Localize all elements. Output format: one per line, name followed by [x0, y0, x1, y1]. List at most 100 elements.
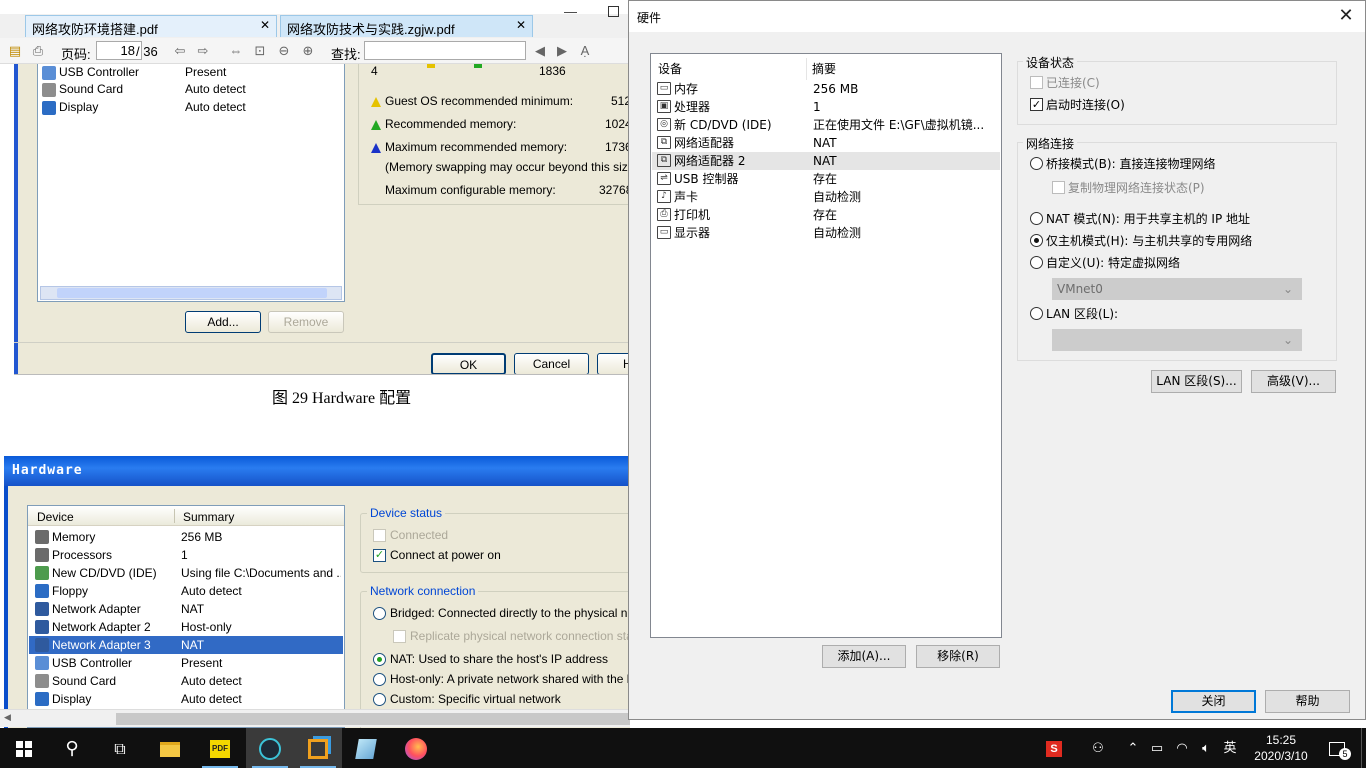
- next-page-icon[interactable]: ⇨: [195, 43, 211, 59]
- nat-radio[interactable]: NAT 模式(N): 用于共享主机的 IP 地址: [1030, 209, 1250, 229]
- print-icon[interactable]: ⎙: [30, 43, 46, 59]
- chevron-up-icon[interactable]: ⌃: [1124, 728, 1142, 768]
- col-separator[interactable]: [806, 58, 807, 80]
- snapshot-remove-button: Remove: [268, 311, 344, 333]
- pdf-tab-1[interactable]: 网络攻防环境搭建.pdf ✕: [25, 15, 277, 37]
- col-header-device[interactable]: 设备: [658, 58, 682, 80]
- file-explorer-button[interactable]: [146, 728, 194, 768]
- col-header-summary[interactable]: 摘要: [812, 58, 836, 80]
- lan-segment-radio[interactable]: LAN 区段(L):: [1030, 304, 1118, 324]
- custom-network-select[interactable]: VMnet0 ⌄: [1052, 278, 1302, 300]
- task-view-button[interactable]: ⧉: [96, 728, 144, 768]
- notification-center-button[interactable]: 5: [1322, 728, 1352, 768]
- device-row[interactable]: ▭ 内存 256 MB: [652, 80, 1000, 98]
- green-triangle-icon: [371, 119, 381, 130]
- close-icon[interactable]: ✕: [516, 18, 526, 32]
- app-icon: [259, 738, 281, 761]
- xp-network-group: Network connection Bridged: Connected di…: [360, 584, 630, 728]
- app-5-button[interactable]: [342, 728, 390, 768]
- battery-icon[interactable]: ▭: [1148, 728, 1166, 768]
- host-only-radio[interactable]: 仅主机模式(H): 与主机共享的专用网络: [1030, 231, 1252, 251]
- cd-dvd-icon: ◎: [657, 118, 671, 131]
- device-row[interactable]: ♪ 声卡 自动检测: [652, 188, 1000, 206]
- add-device-button[interactable]: 添加(A)...: [822, 645, 906, 668]
- replicate-state-checkbox[interactable]: 复制物理网络连接状态(P): [1052, 178, 1205, 198]
- find-input[interactable]: [364, 41, 526, 60]
- device-icon: [35, 692, 49, 706]
- sogou-ime-icon[interactable]: S: [1044, 728, 1064, 768]
- memory-note-max-value: 1736: [605, 140, 630, 154]
- xp-device-row: Sound Card Auto detect: [29, 672, 343, 690]
- device-row[interactable]: ◎ 新 CD/DVD (IDE) 正在使用文件 E:\GF\虚拟机镜...: [652, 116, 1000, 134]
- device-row[interactable]: ⧉ 网络适配器 2 NAT: [652, 152, 1000, 170]
- people-icon[interactable]: ⚇: [1088, 728, 1108, 768]
- vmware-button[interactable]: [294, 728, 342, 768]
- snapshot-cancel-button: Cancel: [514, 353, 589, 375]
- xp-col-sep: [174, 509, 175, 523]
- device-row[interactable]: ▭ 显示器 自动检测: [652, 224, 1000, 242]
- pdf-reader-button[interactable]: PDF: [196, 728, 244, 768]
- xp-network-title: Network connection: [367, 584, 479, 598]
- display-icon: [42, 100, 56, 115]
- start-button[interactable]: [0, 728, 48, 768]
- pdf-tab-2[interactable]: 网络攻防技术与实践.zgjw.pdf ✕: [280, 15, 533, 37]
- show-desktop-button[interactable]: [1361, 728, 1366, 768]
- fit-page-icon[interactable]: ⊡: [252, 43, 268, 59]
- swap-note: (Memory swapping may occur beyond this s…: [385, 160, 630, 174]
- zoom-in-icon[interactable]: ⊕: [300, 43, 316, 59]
- remove-device-button[interactable]: 移除(R): [916, 645, 1000, 668]
- xp-device-row: Display Auto detect: [29, 690, 343, 708]
- connect-at-power-on-checkbox[interactable]: ✓ 启动时连接(O): [1030, 95, 1125, 115]
- firefox-button[interactable]: [392, 728, 440, 768]
- scroll-thumb[interactable]: [116, 713, 630, 725]
- open-icon[interactable]: ▤: [7, 43, 23, 59]
- device-row[interactable]: ▣ 处理器 1: [652, 98, 1000, 116]
- list-item: Sound Card: [42, 80, 123, 98]
- volume-icon[interactable]: 🔈︎: [1196, 728, 1216, 768]
- prev-page-icon[interactable]: ⇦: [172, 43, 188, 59]
- memory-note-rec: Recommended memory:: [371, 115, 516, 133]
- connected-checkbox[interactable]: 已连接(C): [1030, 73, 1100, 93]
- close-button[interactable]: 关闭: [1171, 690, 1256, 713]
- memory-note-min: Guest OS recommended minimum:: [371, 92, 573, 110]
- zoom-out-icon[interactable]: ⊖: [276, 43, 292, 59]
- find-next-icon[interactable]: ▶: [554, 43, 570, 59]
- fit-width-icon[interactable]: ⇔: [228, 43, 244, 59]
- device-row[interactable]: ⇌ USB 控制器 存在: [652, 170, 1000, 188]
- xp-bridged-radio: Bridged: Connected directly to the physi…: [373, 604, 630, 622]
- close-icon[interactable]: ✕: [1335, 5, 1357, 27]
- device-row[interactable]: ⧉ 网络适配器 NAT: [652, 134, 1000, 152]
- wifi-icon[interactable]: ◠: [1172, 728, 1192, 768]
- device-icon: [35, 584, 49, 598]
- help-button[interactable]: 帮助: [1265, 690, 1350, 713]
- minimize-icon[interactable]: —: [564, 4, 577, 19]
- find-prev-icon[interactable]: ◀: [532, 43, 548, 59]
- close-icon[interactable]: ✕: [260, 18, 270, 32]
- lan-segment-select[interactable]: ⌄: [1052, 329, 1302, 351]
- device-list[interactable]: 设备 摘要 ▭ 内存 256 MB ▣ 处理器 1 ◎ 新 CD/DVD (IDE) 正在使用文…: [650, 53, 1002, 638]
- horizontal-scrollbar[interactable]: [40, 286, 342, 300]
- pdf-horizontal-scrollbar[interactable]: ◀: [0, 709, 630, 727]
- search-button[interactable]: ⚲: [48, 728, 96, 768]
- list-item: Display: [42, 98, 98, 116]
- maximize-icon[interactable]: [608, 6, 619, 17]
- custom-radio[interactable]: 自定义(U): 特定虚拟网络: [1030, 253, 1180, 273]
- device-icon: [35, 548, 49, 562]
- snapshot-help-button: H: [597, 353, 630, 375]
- sound-icon: ♪: [657, 190, 671, 203]
- device-row[interactable]: ⎙ 打印机 存在: [652, 206, 1000, 224]
- notification-count: 5: [1339, 748, 1351, 760]
- scroll-left-icon[interactable]: ◀: [4, 712, 11, 723]
- memory-note-max: Maximum recommended memory:: [371, 138, 567, 156]
- xp-nat-radio: NAT: Used to share the host's IP address: [373, 650, 608, 668]
- clock[interactable]: 15:25 2020/3/10: [1248, 732, 1314, 766]
- rec-marker-icon: [474, 64, 482, 68]
- bridged-radio[interactable]: 桥接模式(B): 直接连接物理网络: [1030, 154, 1215, 174]
- advanced-button[interactable]: 高级(V)...: [1251, 370, 1336, 393]
- text-size-icon[interactable]: Ạ: [577, 43, 593, 59]
- ime-indicator[interactable]: 英: [1220, 728, 1240, 768]
- lan-segments-button[interactable]: LAN 区段(S)...: [1151, 370, 1242, 393]
- snapshot-ok-button: OK: [431, 353, 506, 375]
- app-3-button[interactable]: [246, 728, 294, 768]
- dialog-title: 硬件: [637, 11, 662, 25]
